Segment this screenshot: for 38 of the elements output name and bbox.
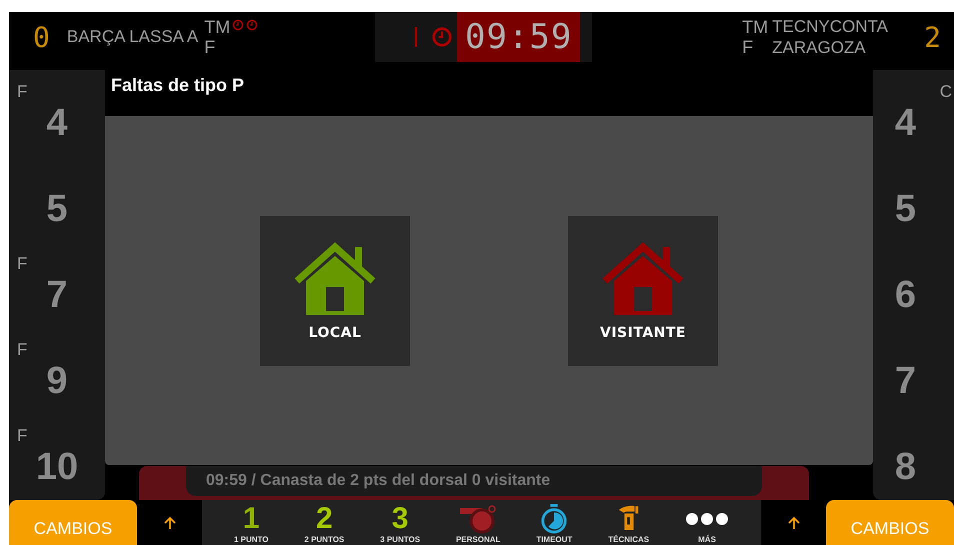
team-score: 0 xyxy=(32,20,52,54)
timeout-label: TM xyxy=(204,17,230,37)
player-row[interactable]: 5 xyxy=(9,156,105,242)
player-mark-label: C xyxy=(940,82,952,102)
timeout-label: TM xyxy=(742,17,768,37)
player-mark-label: F xyxy=(17,82,28,102)
player-row[interactable]: C 4 xyxy=(873,70,954,156)
team-name: TECNYCONTA ZARAGOZA xyxy=(772,16,889,58)
team-score: 2 xyxy=(923,20,943,54)
action-button[interactable]: 2 2 PUNTOS xyxy=(302,500,346,545)
player-mark-label: F xyxy=(17,254,28,274)
player-row[interactable]: F 4 xyxy=(9,70,105,156)
separator-mark xyxy=(415,27,417,47)
team-choice-button[interactable]: LOCAL xyxy=(260,216,410,366)
fouls-label: F xyxy=(742,37,754,57)
action-button[interactable]: 1 1 PUNTO xyxy=(232,500,270,545)
clock-icon xyxy=(431,26,453,48)
player-row[interactable]: F 7 xyxy=(9,242,105,328)
action-button[interactable]: TÉCNICAS xyxy=(606,500,652,545)
team-choice-button[interactable]: VISITANTE xyxy=(568,216,718,366)
player-row[interactable]: F 10 xyxy=(9,414,105,500)
player-row[interactable]: 6 xyxy=(873,242,954,328)
team-name: BARÇA LASSA A xyxy=(66,27,200,47)
game-clock: 09:59 xyxy=(457,12,580,62)
action-button[interactable]: MÁS xyxy=(683,500,732,545)
action-button[interactable]: 3 3 PUNTOS xyxy=(378,500,422,545)
player-row[interactable]: 7 xyxy=(873,328,954,414)
up-arrow-icon xyxy=(162,514,178,530)
action-button[interactable]: PERSONAL xyxy=(454,500,502,545)
up-arrow-icon xyxy=(786,514,802,530)
fouls-label: F xyxy=(204,37,216,57)
player-row[interactable]: F 9 xyxy=(9,328,105,414)
action-button[interactable]: TIMEOUT xyxy=(534,500,574,545)
log-entry: 09:59 / Canasta de 2 pts del dorsal 0 visitante xyxy=(186,466,762,496)
player-mark-label: F xyxy=(17,426,28,446)
player-row[interactable]: 8 xyxy=(873,414,954,500)
player-mark-label: F xyxy=(17,340,28,360)
player-row[interactable]: 5 xyxy=(873,156,954,242)
